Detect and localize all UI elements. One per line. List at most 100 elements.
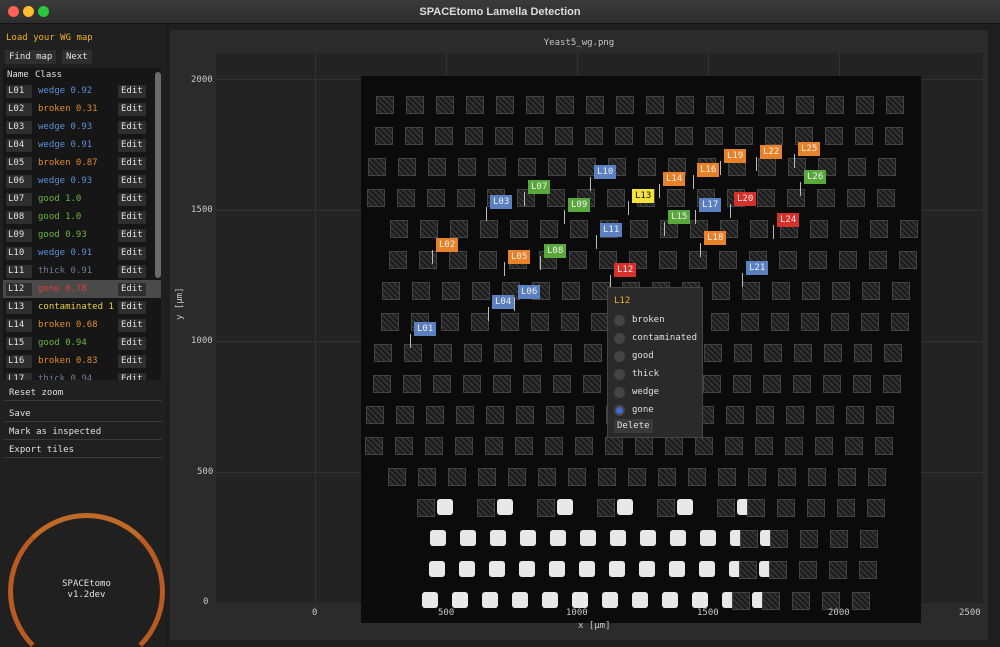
list-item[interactable]: L10 wedge 0.91 Edit [3, 244, 161, 262]
edit-button[interactable]: Edit [118, 300, 146, 314]
lamella-name-button[interactable]: L08 [6, 210, 32, 224]
delete-button[interactable]: Delete [614, 419, 653, 433]
edit-button[interactable]: Edit [118, 264, 146, 278]
edit-button[interactable]: Edit [118, 84, 146, 98]
lamella-marker-l19[interactable]: L19 [724, 149, 747, 163]
lamella-marker-l01[interactable]: L01 [414, 322, 437, 336]
list-item[interactable]: L14 broken 0.68 Edit [3, 316, 161, 334]
edit-button[interactable]: Edit [118, 120, 146, 134]
lamella-name-button[interactable]: L10 [6, 246, 32, 260]
edit-button[interactable]: Edit [118, 246, 146, 260]
lamella-marker-l04[interactable]: L04 [492, 295, 515, 309]
class-option-wedge[interactable]: wedge [614, 384, 659, 400]
edit-button[interactable]: Edit [118, 372, 146, 380]
minimize-window-button[interactable] [23, 6, 34, 17]
close-window-button[interactable] [8, 6, 19, 17]
lamella-marker-l11[interactable]: L11 [600, 223, 623, 237]
lamella-marker-l26[interactable]: L26 [804, 170, 827, 184]
list-item[interactable]: L15 good 0.94 Edit [3, 334, 161, 352]
edit-button[interactable]: Edit [118, 210, 146, 224]
list-item[interactable]: L02 broken 0.31 Edit [3, 100, 161, 118]
radio-icon[interactable] [614, 368, 625, 380]
radio-icon[interactable] [614, 332, 625, 344]
lamella-name-button[interactable]: L03 [6, 120, 32, 134]
lamella-marker-l05[interactable]: L05 [508, 250, 531, 264]
lamella-marker-l14[interactable]: L14 [663, 172, 686, 186]
lamella-marker-l03[interactable]: L03 [490, 195, 513, 209]
radio-icon[interactable] [614, 314, 625, 326]
lamella-marker-l20[interactable]: L20 [734, 192, 757, 206]
mark-inspected-button[interactable]: Mark as inspected [4, 424, 162, 440]
lamella-name-button[interactable]: L02 [6, 102, 32, 116]
edit-button[interactable]: Edit [118, 228, 146, 242]
list-scrollbar[interactable] [155, 72, 161, 278]
list-item[interactable]: L16 broken 0.83 Edit [3, 352, 161, 370]
lamella-marker-l02[interactable]: L02 [436, 238, 459, 252]
lamella-name-button[interactable]: L11 [6, 264, 32, 278]
lamella-marker-l08[interactable]: L08 [544, 244, 567, 258]
edit-button[interactable]: Edit [118, 282, 146, 296]
radio-icon[interactable] [614, 350, 625, 362]
list-item[interactable]: L08 good 1.0 Edit [3, 208, 161, 226]
lamella-marker-l07[interactable]: L07 [528, 180, 551, 194]
next-button[interactable]: Next [62, 50, 92, 64]
lamella-marker-l15[interactable]: L15 [668, 210, 691, 224]
radio-icon[interactable] [614, 386, 625, 398]
lamella-marker-l21[interactable]: L21 [746, 261, 769, 275]
lamella-marker-l12[interactable]: L12 [614, 263, 637, 277]
lamella-marker-l17[interactable]: L17 [699, 198, 722, 212]
list-item[interactable]: L09 good 0.93 Edit [3, 226, 161, 244]
export-tiles-button[interactable]: Export tiles [4, 442, 162, 458]
list-item[interactable]: L05 broken 0.87 Edit [3, 154, 161, 172]
radio-icon[interactable] [614, 404, 625, 416]
reset-zoom-button[interactable]: Reset zoom [4, 385, 162, 401]
edit-button[interactable]: Edit [118, 138, 146, 152]
lamella-marker-l10[interactable]: L10 [594, 165, 617, 179]
lamella-marker-l24[interactable]: L24 [777, 213, 800, 227]
lamella-name-button[interactable]: L13 [6, 300, 32, 314]
class-option-thick[interactable]: thick [614, 366, 659, 382]
lamella-name-button[interactable]: L06 [6, 174, 32, 188]
lamella-marker-l13[interactable]: L13 [632, 189, 655, 203]
edit-button[interactable]: Edit [118, 156, 146, 170]
lamella-name-button[interactable]: L07 [6, 192, 32, 206]
list-item[interactable]: L04 wedge 0.91 Edit [3, 136, 161, 154]
lamella-marker-l22[interactable]: L22 [760, 145, 783, 159]
edit-button[interactable]: Edit [118, 318, 146, 332]
lamella-name-button[interactable]: L17 [6, 372, 32, 380]
class-option-broken[interactable]: broken [614, 312, 665, 328]
list-item[interactable]: L12 gone 0.78 Edit [3, 280, 161, 298]
find-map-button[interactable]: Find map [5, 50, 57, 64]
lamella-name-button[interactable]: L04 [6, 138, 32, 152]
list-item[interactable]: L01 wedge 0.92 Edit [3, 82, 161, 100]
class-option-gone[interactable]: gone [614, 402, 654, 418]
edit-button[interactable]: Edit [118, 354, 146, 368]
edit-button[interactable]: Edit [118, 174, 146, 188]
lamella-name-button[interactable]: L12 [6, 282, 32, 296]
list-item[interactable]: L06 wedge 0.93 Edit [3, 172, 161, 190]
lamella-name-button[interactable]: L05 [6, 156, 32, 170]
lamella-name-button[interactable]: L15 [6, 336, 32, 350]
list-item[interactable]: L03 wedge 0.93 Edit [3, 118, 161, 136]
lamella-marker-l09[interactable]: L09 [568, 198, 591, 212]
lamella-marker-l06[interactable]: L06 [518, 285, 541, 299]
save-button[interactable]: Save [4, 406, 162, 422]
list-item[interactable]: L13 contaminated 1 Edit [3, 298, 161, 316]
list-item[interactable]: L17 thick 0.94 Edit [3, 370, 161, 380]
lamella-marker-l16[interactable]: L16 [697, 163, 720, 177]
lamella-name-button[interactable]: L09 [6, 228, 32, 242]
lamella-marker-l25[interactable]: L25 [798, 142, 821, 156]
lamella-name-button[interactable]: L16 [6, 354, 32, 368]
list-item[interactable]: L07 good 1.0 Edit [3, 190, 161, 208]
lamella-name-button[interactable]: L01 [6, 84, 32, 98]
plot-area[interactable]: L01 L02 L03 L04 L05 L06 L07 L08 L09 L10 L11 L12 L13 L… [216, 53, 983, 623]
class-option-contaminated[interactable]: contaminated [614, 330, 697, 346]
lamella-name-button[interactable]: L14 [6, 318, 32, 332]
edit-button[interactable]: Edit [118, 192, 146, 206]
class-option-good[interactable]: good [614, 348, 654, 364]
edit-button[interactable]: Edit [118, 102, 146, 116]
list-item[interactable]: L11 thick 0.91 Edit [3, 262, 161, 280]
lamella-marker-l18[interactable]: L18 [704, 231, 727, 245]
zoom-window-button[interactable] [38, 6, 49, 17]
edit-button[interactable]: Edit [118, 336, 146, 350]
